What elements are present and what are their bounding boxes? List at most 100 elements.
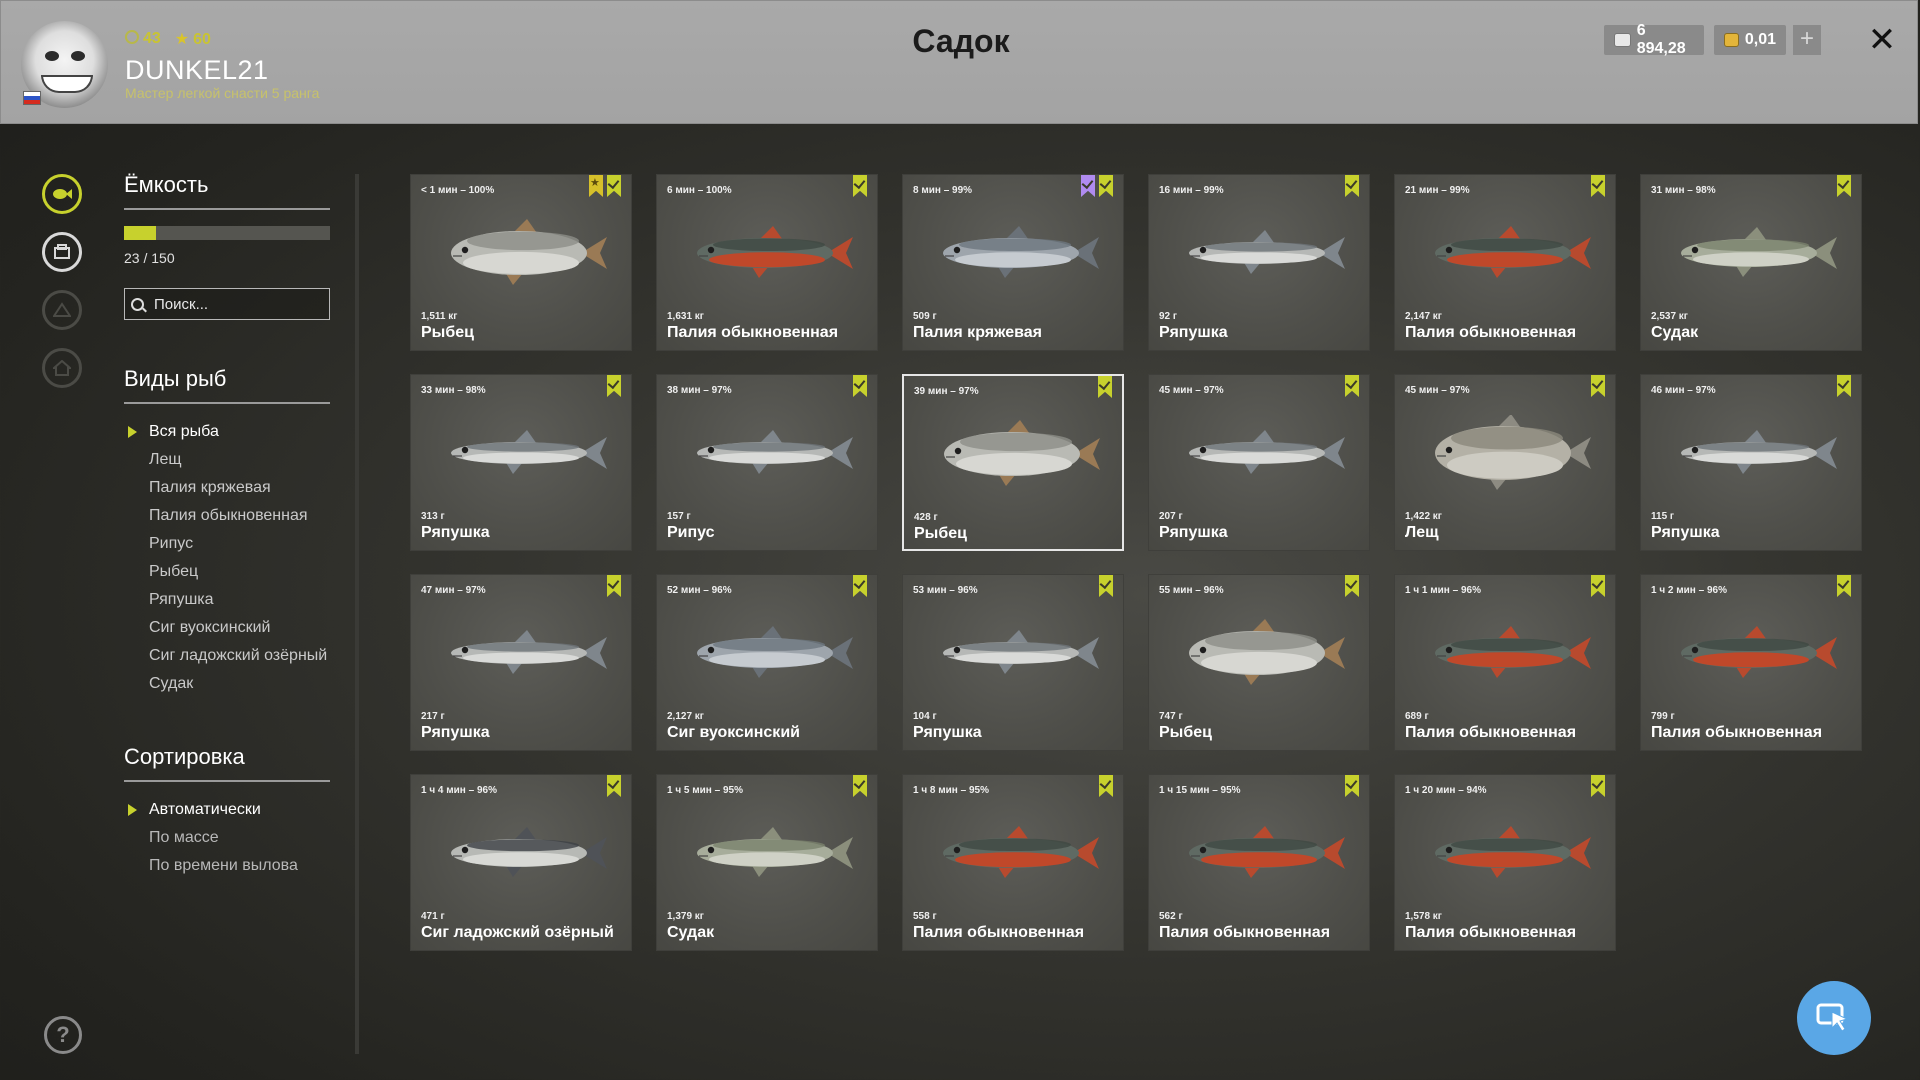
fish-card[interactable]: 52 мин – 96% 2,127 кг Сиг вуоксинский xyxy=(656,574,878,751)
favorite-bookmark-icon[interactable] xyxy=(1345,575,1359,597)
catch-time: 38 мин – 97% xyxy=(667,385,732,396)
fish-card[interactable]: 1 ч 4 мин – 96% 471 г Сиг ладожский озёр… xyxy=(410,774,632,951)
species-filter-item[interactable]: Лещ xyxy=(124,446,330,474)
favorite-bookmark-icon[interactable] xyxy=(853,375,867,397)
favorite-bookmark-icon[interactable] xyxy=(853,175,867,197)
favorite-bookmark-icon[interactable] xyxy=(1099,575,1113,597)
help-button[interactable]: ? xyxy=(44,1016,82,1054)
favorite-bookmark-icon[interactable] xyxy=(1837,575,1851,597)
fish-weight: 471 г xyxy=(421,911,445,922)
fish-weight: 313 г xyxy=(421,511,445,522)
favorite-bookmark-icon[interactable] xyxy=(1098,376,1112,398)
favorite-bookmark-icon[interactable] xyxy=(607,175,621,197)
fish-card[interactable]: 1 ч 20 мин – 94% 1,578 кг Палия обыкнове… xyxy=(1394,774,1616,951)
search-input[interactable] xyxy=(152,294,316,314)
fish-image xyxy=(1435,226,1591,278)
fish-card[interactable]: 8 мин – 99% 509 г Палия кряжевая xyxy=(902,174,1124,351)
fish-name: Палия обыкновенная xyxy=(1159,924,1331,941)
favorite-bookmark-icon[interactable] xyxy=(1591,375,1605,397)
fish-card[interactable]: 1 ч 1 мин – 96% 689 г Палия обыкновенная xyxy=(1394,574,1616,751)
close-button[interactable]: ✕ xyxy=(1865,23,1899,57)
favorite-bookmark-icon[interactable] xyxy=(853,575,867,597)
species-filter-item[interactable]: Судак xyxy=(124,670,330,698)
fish-name: Палия обыкновенная xyxy=(1405,724,1577,741)
fish-card[interactable]: 39 мин – 97% 428 г Рыбец xyxy=(902,374,1124,551)
favorite-bookmark-icon[interactable] xyxy=(1591,775,1605,797)
search-icon xyxy=(131,297,144,311)
catch-time: 1 ч 15 мин – 95% xyxy=(1159,785,1241,796)
fish-weight: 217 г xyxy=(421,711,445,722)
sort-option[interactable]: По массе xyxy=(124,824,330,852)
species-filter-item[interactable]: Сиг вуоксинский xyxy=(124,614,330,642)
home-icon[interactable] xyxy=(42,348,82,388)
favorite-bookmark-icon[interactable] xyxy=(607,375,621,397)
keepnet-fish-icon[interactable] xyxy=(42,174,82,214)
fish-card[interactable]: 6 мин – 100% 1,631 кг Палия обыкновенная xyxy=(656,174,878,351)
favorite-bookmark-icon[interactable] xyxy=(1099,175,1113,197)
fish-card[interactable]: 1 ч 15 мин – 95% 562 г Палия обыкновенна… xyxy=(1148,774,1370,951)
camp-icon[interactable] xyxy=(42,290,82,330)
fish-image xyxy=(944,420,1100,486)
fish-card[interactable]: 45 мин – 97% 207 г Ряпушка xyxy=(1148,374,1370,551)
favorite-bookmark-icon[interactable] xyxy=(1345,175,1359,197)
species-filter-item[interactable]: Рипус xyxy=(124,530,330,558)
fish-card[interactable]: 1 ч 2 мин – 96% 799 г Палия обыкновенная xyxy=(1640,574,1862,751)
favorite-bookmark-icon[interactable] xyxy=(607,775,621,797)
catch-time: 46 мин – 97% xyxy=(1651,385,1716,396)
fish-card[interactable]: 16 мин – 99% 92 г Ряпушка xyxy=(1148,174,1370,351)
catch-time: 45 мин – 97% xyxy=(1405,385,1470,396)
fish-card[interactable]: 45 мин – 97% 1,422 кг Лещ xyxy=(1394,374,1616,551)
fish-name: Лещ xyxy=(1405,524,1439,541)
fish-weight: 799 г xyxy=(1651,711,1675,722)
fish-card[interactable]: < 1 мин – 100% 1,511 кг Рыбец xyxy=(410,174,632,351)
favorite-bookmark-icon[interactable] xyxy=(1099,775,1113,797)
favorite-bookmark-icon[interactable] xyxy=(607,575,621,597)
fish-card[interactable]: 1 ч 5 мин – 95% 1,379 кг Судак xyxy=(656,774,878,951)
fish-weight: 509 г xyxy=(913,311,937,322)
fish-weight: 428 г xyxy=(914,512,938,523)
fish-image xyxy=(943,630,1099,674)
species-filter-item[interactable]: Рыбец xyxy=(124,558,330,586)
fish-card[interactable]: 31 мин – 98% 2,537 кг Судак xyxy=(1640,174,1862,351)
fish-card[interactable]: 1 ч 8 мин – 95% 558 г Палия обыкновенная xyxy=(902,774,1124,951)
fish-card[interactable]: 21 мин – 99% 2,147 кг Палия обыкновенная xyxy=(1394,174,1616,351)
favorite-bookmark-icon[interactable] xyxy=(1345,775,1359,797)
search-box[interactable] xyxy=(124,288,330,320)
catch-time: 8 мин – 99% xyxy=(913,185,973,196)
favorite-bookmark-icon[interactable] xyxy=(1837,175,1851,197)
species-filter-item[interactable]: Сиг ладожский озёрный xyxy=(124,642,330,670)
fish-name: Ряпушка xyxy=(1159,524,1228,541)
capacity-fill xyxy=(124,226,156,240)
fish-card[interactable]: 47 мин – 97% 217 г Ряпушка xyxy=(410,574,632,751)
fish-name: Сиг вуоксинский xyxy=(667,724,800,741)
species-filter-item[interactable]: Вся рыба xyxy=(124,418,330,446)
fish-image xyxy=(451,630,607,674)
sort-option[interactable]: По времени вылова xyxy=(124,852,330,880)
favorite-bookmark-icon[interactable] xyxy=(1345,375,1359,397)
fish-card[interactable]: 46 мин – 97% 115 г Ряпушка xyxy=(1640,374,1862,551)
capacity-text: 23 / 150 xyxy=(124,250,175,266)
fish-image xyxy=(1435,626,1591,678)
species-filter-item[interactable]: Палия кряжевая xyxy=(124,474,330,502)
species-filter-item[interactable]: Ряпушка xyxy=(124,586,330,614)
cursor-icon xyxy=(1816,1003,1849,1032)
favorite-bookmark-icon[interactable] xyxy=(1591,175,1605,197)
fish-name: Палия обыкновенная xyxy=(667,324,839,341)
fish-weight: 1,379 кг xyxy=(667,911,704,922)
species-filter-item[interactable]: Палия обыкновенная xyxy=(124,502,330,530)
catch-time: 1 ч 1 мин – 96% xyxy=(1405,585,1481,596)
favorite-bookmark-icon[interactable] xyxy=(1591,575,1605,597)
fish-card[interactable]: 55 мин – 96% 747 г Рыбец xyxy=(1148,574,1370,751)
fish-card[interactable]: 38 мин – 97% 157 г Рипус xyxy=(656,374,878,551)
sorting-title: Сортировка xyxy=(124,744,330,782)
favorite-bookmark-icon[interactable] xyxy=(1837,375,1851,397)
favorite-bookmark-icon[interactable] xyxy=(853,775,867,797)
fish-weight: 558 г xyxy=(913,911,937,922)
add-gold-button[interactable]: + xyxy=(1793,25,1821,55)
fish-card[interactable]: 53 мин – 96% 104 г Ряпушка xyxy=(902,574,1124,751)
storage-box-icon[interactable] xyxy=(42,232,82,272)
fish-card[interactable]: 33 мин – 98% 313 г Ряпушка xyxy=(410,374,632,551)
fish-weight: 562 г xyxy=(1159,911,1183,922)
sort-option[interactable]: Автоматически xyxy=(124,796,330,824)
cursor-mode-button[interactable] xyxy=(1797,981,1871,1055)
